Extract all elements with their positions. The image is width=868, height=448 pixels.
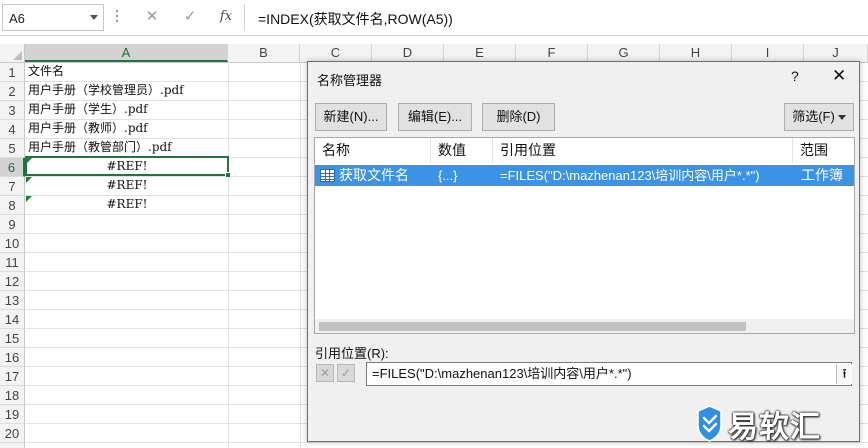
watermark-logo-icon xyxy=(697,405,722,442)
column-header-i[interactable]: I xyxy=(732,44,804,62)
list-item-name: 获取文件名 xyxy=(339,167,409,183)
dialog-title: 名称管理器 xyxy=(317,73,383,88)
row-header-14[interactable]: 14 xyxy=(0,310,25,329)
formula-input[interactable]: =INDEX(获取文件名,ROW(A5)) xyxy=(258,9,453,29)
check-icon[interactable]: ✓ xyxy=(180,7,200,25)
scrollbar-thumb[interactable] xyxy=(319,322,746,331)
row-header-9[interactable]: 9 xyxy=(0,215,25,234)
cell-a8[interactable]: #REF! xyxy=(26,195,228,214)
filter-button-label: 筛选(F) xyxy=(792,109,835,124)
row-header-1[interactable]: 1 xyxy=(0,63,25,82)
chevron-down-icon xyxy=(837,115,846,121)
edit-button[interactable]: 编辑(E)... xyxy=(398,103,472,131)
cell-a2[interactable]: 用户手册（学校管理员）.pdf xyxy=(28,81,184,100)
name-manager-dialog: 名称管理器 ? ✕ 新建(N)... 编辑(E)... 删除(D) 筛选(F) … xyxy=(307,61,860,442)
list-item-value: {...} xyxy=(438,168,458,183)
row-header-18[interactable]: 18 xyxy=(0,386,25,405)
row-header-10[interactable]: 10 xyxy=(0,234,25,253)
watermark: 易软汇 xyxy=(692,397,868,448)
column-header-a[interactable]: A xyxy=(25,44,228,62)
name-box-value: A6 xyxy=(9,11,25,26)
confirm-edit-icon[interactable]: ✓ xyxy=(337,364,355,382)
column-header-c[interactable]: C xyxy=(300,44,372,62)
cancel-edit-icon[interactable]: ✕ xyxy=(316,364,334,382)
row-header-11[interactable]: 11 xyxy=(0,253,25,272)
list-item-scope: 工作簿 xyxy=(801,167,843,183)
column-header-j[interactable]: J xyxy=(804,44,868,62)
error-indicator-icon[interactable] xyxy=(26,177,32,183)
error-indicator-icon[interactable] xyxy=(26,196,32,202)
table-icon xyxy=(320,169,335,182)
column-header-value[interactable]: 数值 xyxy=(431,138,493,163)
row-header-4[interactable]: 4 xyxy=(0,120,25,139)
row-header-8[interactable]: 8 xyxy=(0,196,25,215)
row-header-13[interactable]: 13 xyxy=(0,291,25,310)
delete-button[interactable]: 删除(D) xyxy=(482,103,555,131)
column-header-name[interactable]: 名称 xyxy=(315,138,431,163)
row-header-15[interactable]: 15 xyxy=(0,329,25,348)
cell-selection xyxy=(25,156,231,178)
column-header-f[interactable]: F xyxy=(516,44,588,62)
watermark-text: 易软汇 xyxy=(728,411,821,444)
new-button[interactable]: 新建(N)... xyxy=(315,103,387,131)
row-header-12[interactable]: 12 xyxy=(0,272,25,291)
row-header-2[interactable]: 2 xyxy=(0,82,25,101)
column-header-b[interactable]: B xyxy=(228,44,300,62)
select-all-corner[interactable] xyxy=(0,44,25,62)
row-header-21[interactable]: 21 xyxy=(0,443,25,448)
list-item[interactable]: 获取文件名 {...} =FILES("D:\mazhenan123\培训内容\… xyxy=(315,165,854,186)
chevron-down-icon[interactable] xyxy=(90,15,98,20)
filter-button[interactable]: 筛选(F) xyxy=(784,103,854,131)
column-header-scope[interactable]: 范围 xyxy=(793,138,854,163)
drag-handle-icon[interactable] xyxy=(116,10,119,26)
grid-line xyxy=(300,63,301,448)
close-icon[interactable]: ✕ xyxy=(832,66,846,86)
row-header-20[interactable]: 20 xyxy=(0,424,25,443)
divider xyxy=(244,4,245,31)
collapse-arrow-icon[interactable]: ⭱ xyxy=(836,364,852,384)
formula-bar: A6 ✕ ✓ fx =INDEX(获取文件名,ROW(A5)) xyxy=(0,0,868,36)
column-header-d[interactable]: D xyxy=(372,44,444,62)
column-header-refers-to[interactable]: 引用位置 xyxy=(493,138,793,163)
horizontal-scrollbar[interactable] xyxy=(315,319,854,333)
row-header-3[interactable]: 3 xyxy=(0,101,25,120)
cell-a5[interactable]: 用户手册（教管部门）.pdf xyxy=(28,138,172,157)
names-list[interactable]: 名称 数值 引用位置 范围 获取文件名 {...} =FILES("D:\maz… xyxy=(314,137,855,334)
column-header-h[interactable]: H xyxy=(660,44,732,62)
help-button[interactable]: ? xyxy=(791,68,799,84)
refers-to-label: 引用位置(R): xyxy=(315,346,389,361)
row-header-7[interactable]: 7 xyxy=(0,177,25,196)
row-header-6[interactable]: 6 xyxy=(0,158,25,177)
x-icon[interactable]: ✕ xyxy=(142,7,162,25)
row-header-16[interactable]: 16 xyxy=(0,348,25,367)
cell-a1[interactable]: 文件名 xyxy=(28,62,64,81)
fx-icon[interactable]: fx xyxy=(216,9,236,24)
cell-a7[interactable]: #REF! xyxy=(26,176,228,195)
refers-to-input[interactable]: =FILES("D:\mazhenan123\培训内容\用户*.*") xyxy=(366,362,852,386)
cell-a3[interactable]: 用户手册（学生）.pdf xyxy=(28,100,148,119)
row-header-5[interactable]: 5 xyxy=(0,139,25,158)
row-header-19[interactable]: 19 xyxy=(0,405,25,424)
cell-a4[interactable]: 用户手册（教师）.pdf xyxy=(28,119,148,138)
row-header-17[interactable]: 17 xyxy=(0,367,25,386)
grid-line xyxy=(228,63,229,448)
list-item-refers-to: =FILES("D:\mazhenan123\培训内容\用户*.*") xyxy=(500,168,760,183)
column-header-e[interactable]: E xyxy=(444,44,516,62)
column-header-g[interactable]: G xyxy=(588,44,660,62)
fill-handle[interactable] xyxy=(225,172,231,178)
name-box[interactable]: A6 xyxy=(2,4,104,31)
